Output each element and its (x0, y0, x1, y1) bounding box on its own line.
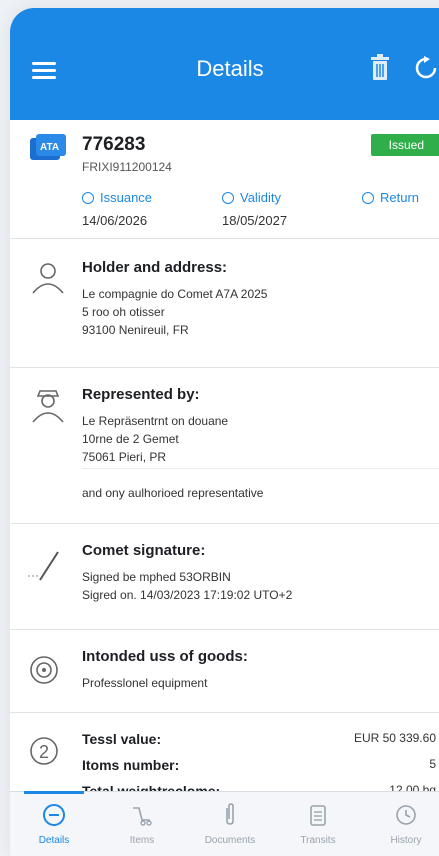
document-number: 776283 (82, 134, 146, 155)
clock-icon (222, 191, 234, 204)
representative-line-2: 10rne de 2 Gemet (82, 432, 179, 446)
tab-details[interactable]: Details (10, 791, 98, 856)
representative-section: Represented by: Le Repräsentrnt on douan… (10, 368, 439, 524)
representative-line-1: Le Repräsentrnt on douane (82, 414, 229, 428)
trash-icon[interactable] (368, 52, 392, 82)
intended-use-value: Professlonel equipment (82, 676, 208, 690)
holder-title: Holder and address: (82, 259, 228, 276)
issuance-date: Issuance 14/06/2026 (82, 190, 153, 228)
tab-transits[interactable]: Transits (274, 792, 362, 856)
tab-documents[interactable]: Documents (186, 792, 274, 856)
signature-section: Comet signature: Signed be mphed 53ORBIN… (10, 524, 439, 630)
history-icon (396, 805, 416, 825)
documents-icon (226, 803, 234, 825)
bottom-navigation: Details Items Documents Transits History (10, 791, 439, 856)
representative-note: and ony aulhorioed representative (82, 486, 264, 500)
details-icon (43, 804, 65, 826)
holder-line-2: 5 roo oh otisser (82, 305, 165, 319)
intended-use-title: Intonded uss of goods: (82, 648, 248, 665)
refresh-icon[interactable] (414, 56, 438, 80)
items-number-row: Itoms number: 5 (82, 757, 436, 773)
signature-pen-icon (28, 551, 59, 581)
svg-text:2: 2 (39, 742, 49, 762)
person-icon (32, 263, 64, 294)
signature-signed-on: Sigred on. 14/03/2023 17:19:02 UTO+2 (82, 588, 293, 602)
document-type-icon: ATA (30, 134, 66, 160)
phone-screen: Details ATA 776283 FRIXI911200124 Issued… (10, 8, 439, 856)
holder-line-1: Le compagnie do Comet A7A 2025 (82, 287, 268, 301)
target-icon (30, 656, 58, 684)
signature-signed-by: Signed be mphed 53ORBIN (82, 570, 231, 584)
signature-title: Comet signature: (82, 542, 206, 559)
agent-icon (32, 390, 64, 423)
representative-title: Represented by: (82, 386, 200, 403)
return-date: Return (362, 190, 419, 213)
items-icon (133, 807, 152, 826)
app-header: Details (10, 8, 439, 120)
holder-line-3: 93100 Nenireuil, FR (82, 323, 189, 337)
total-value-row: Tessl value: EUR 50 339.60 (82, 731, 436, 747)
validity-date: Validity 18/05/2027 (222, 190, 288, 228)
number-two-icon: 2 (30, 737, 58, 765)
clock-icon (82, 191, 94, 204)
document-reference: FRIXI911200124 (82, 160, 172, 174)
clock-icon (362, 191, 374, 204)
holder-section: Holder and address: Le compagnie do Come… (10, 239, 439, 368)
svg-text:ATA: ATA (40, 142, 59, 153)
status-badge: Issued (370, 134, 439, 156)
tab-items[interactable]: Items (98, 792, 186, 856)
tab-history[interactable]: History (362, 792, 439, 856)
intended-use-section: Intonded uss of goods: Professlonel equi… (10, 630, 439, 713)
document-summary: ATA 776283 FRIXI911200124 Issued Issuanc… (10, 120, 439, 239)
representative-line-3: 75061 Pieri, PR (82, 450, 167, 464)
transits-icon (310, 805, 326, 826)
